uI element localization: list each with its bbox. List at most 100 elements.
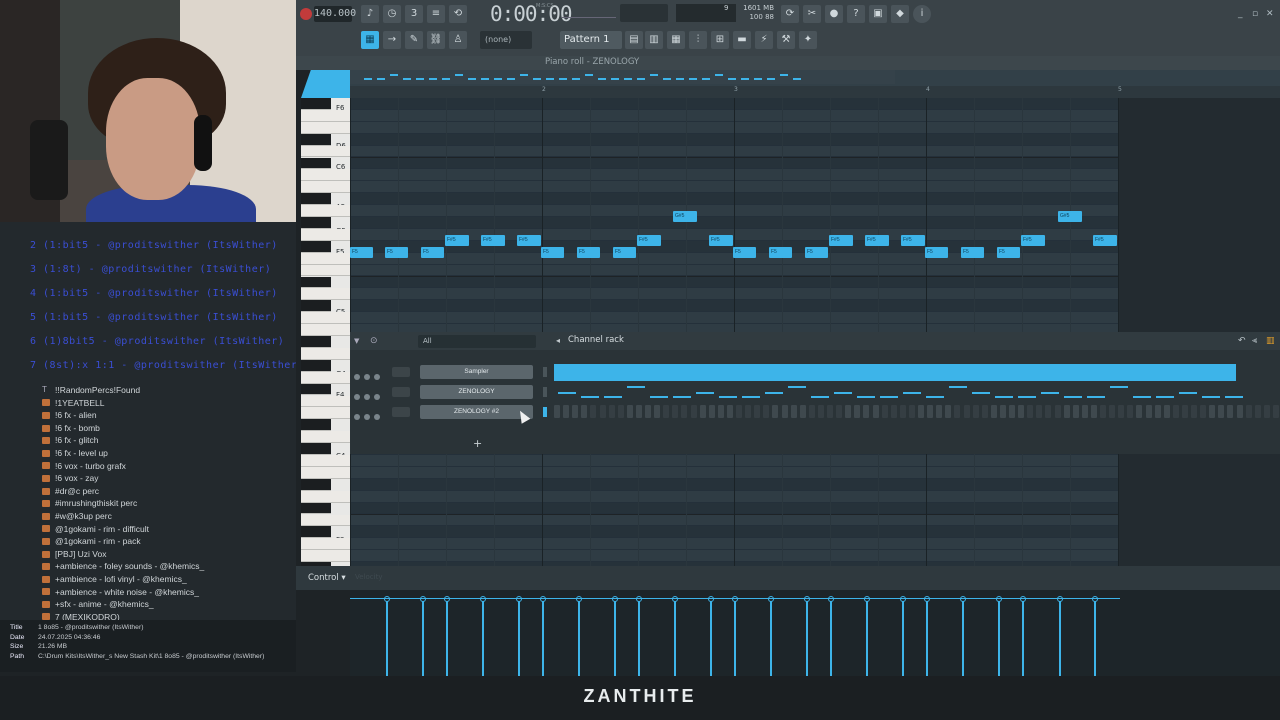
- velocity-bar[interactable]: [734, 600, 736, 676]
- browser-item[interactable]: +ambience - white noise - @khemics_: [0, 586, 296, 599]
- channel-button[interactable]: ZENOLOGY: [420, 385, 533, 399]
- velocity-bar[interactable]: [962, 600, 964, 676]
- wrench-icon[interactable]: ✦: [799, 31, 817, 49]
- plugin-icon[interactable]: ◆: [891, 5, 909, 23]
- velocity-handle[interactable]: [444, 596, 450, 602]
- velocity-handle[interactable]: [636, 596, 642, 602]
- midi-note[interactable]: F#5: [481, 235, 505, 246]
- velocity-bar[interactable]: [638, 600, 640, 676]
- mixer-icon[interactable]: ⫶: [689, 31, 707, 49]
- velocity-handle[interactable]: [708, 596, 714, 602]
- velocity-bar[interactable]: [902, 600, 904, 676]
- record-button[interactable]: [300, 8, 312, 20]
- sequencer-icon[interactable]: ⊞: [711, 31, 729, 49]
- channel-controls[interactable]: [352, 367, 388, 380]
- playlist-icon[interactable]: ▤: [625, 31, 643, 49]
- help-icon[interactable]: ?: [847, 5, 865, 23]
- minimize-icon[interactable]: _: [1238, 9, 1243, 19]
- browser-item-highlighted[interactable]: 5 (1:bit5 - @proditswither (ItsWither): [0, 306, 296, 330]
- browser-item[interactable]: +ambience - lofi vinyl - @khemics_: [0, 573, 296, 586]
- velocity-bar[interactable]: [998, 600, 1000, 676]
- rack-menu-icon[interactable]: ▼: [354, 337, 359, 345]
- velocity-handle[interactable]: [900, 596, 906, 602]
- browser-item-highlighted[interactable]: 2 (1:bit5 - @proditswither (ItsWither): [0, 234, 296, 258]
- channel-route-select[interactable]: [392, 387, 410, 397]
- velocity-handle[interactable]: [1092, 596, 1098, 602]
- channel-select-led[interactable]: [543, 407, 547, 417]
- browser-item[interactable]: #w@k3up perc: [0, 510, 296, 523]
- velocity-bar[interactable]: [866, 600, 868, 676]
- velocity-handle[interactable]: [672, 596, 678, 602]
- velocity-handle[interactable]: [1057, 596, 1063, 602]
- velocity-handle[interactable]: [996, 596, 1002, 602]
- midi-note[interactable]: F5: [541, 247, 564, 258]
- velocity-bar[interactable]: [770, 600, 772, 676]
- velocity-bar[interactable]: [386, 600, 388, 676]
- velocity-handle[interactable]: [864, 596, 870, 602]
- velocity-handle[interactable]: [516, 596, 522, 602]
- velocity-bar[interactable]: [542, 600, 544, 676]
- browser-item[interactable]: !1YEATBELL: [0, 397, 296, 410]
- velocity-lane[interactable]: [350, 590, 1280, 676]
- refresh-icon[interactable]: ⟳: [781, 5, 799, 23]
- pencil-icon[interactable]: ✎: [405, 31, 423, 49]
- velocity-handle[interactable]: [768, 596, 774, 602]
- velocity-handle[interactable]: [540, 596, 546, 602]
- save-icon[interactable]: ▣: [869, 5, 887, 23]
- midi-note[interactable]: G#5: [673, 211, 697, 222]
- midi-note[interactable]: F#5: [901, 235, 925, 246]
- channel-route-select[interactable]: [392, 407, 410, 417]
- undo-icon[interactable]: ↶: [1238, 336, 1246, 346]
- count-icon[interactable]: 3: [405, 5, 423, 23]
- zenology-mini-roll[interactable]: [554, 384, 1280, 402]
- channel-select-led[interactable]: [543, 387, 547, 397]
- bar-ruler[interactable]: [350, 86, 1280, 98]
- browser-item[interactable]: [PBJ] Uzi Vox: [0, 548, 296, 561]
- midi-note[interactable]: F#5: [1093, 235, 1117, 246]
- velocity-handle[interactable]: [732, 596, 738, 602]
- velocity-handle[interactable]: [480, 596, 486, 602]
- midi-note[interactable]: F#5: [637, 235, 661, 246]
- plugin-picker-icon[interactable]: ⚡: [755, 31, 773, 49]
- channel-rack-icon[interactable]: ▦: [667, 31, 685, 49]
- browser-item-highlighted[interactable]: 7 (8st):x 1:1 - @proditswither (ItsWithe…: [0, 354, 296, 378]
- velocity-bar[interactable]: [518, 600, 520, 676]
- midi-note[interactable]: F5: [925, 247, 948, 258]
- browser-item[interactable]: #imrushingthiskit perc: [0, 497, 296, 510]
- browser-item-highlighted[interactable]: 4 (1:bit5 - @proditswither (ItsWither): [0, 282, 296, 306]
- link-icon[interactable]: ⛓: [427, 31, 445, 49]
- velocity-bar[interactable]: [1022, 600, 1024, 676]
- midi-note[interactable]: F#5: [709, 235, 733, 246]
- midi-note[interactable]: F5: [769, 247, 792, 258]
- velocity-bar[interactable]: [830, 600, 832, 676]
- midi-note[interactable]: F#5: [517, 235, 541, 246]
- browser-item[interactable]: 7 (MEXIKODRO): [0, 611, 296, 620]
- velocity-handle[interactable]: [960, 596, 966, 602]
- velocity-bar[interactable]: [926, 600, 928, 676]
- browser-item[interactable]: T !!RandomPercs!Found: [0, 384, 296, 397]
- midi-note[interactable]: F5: [805, 247, 828, 258]
- piano-roll-icon[interactable]: ▦: [361, 31, 379, 49]
- browser-item[interactable]: !6 fx - alien: [0, 409, 296, 422]
- metronome-icon[interactable]: ♪: [361, 5, 379, 23]
- browser-item[interactable]: !6 fx - bomb: [0, 422, 296, 435]
- midi-note[interactable]: F5: [350, 247, 373, 258]
- browser-item[interactable]: @1gokami - rim - difficult: [0, 523, 296, 536]
- browser-item-highlighted[interactable]: 3 (1:8t) - @proditswither (ItsWither): [0, 258, 296, 282]
- midi-note[interactable]: F#5: [829, 235, 853, 246]
- velocity-handle[interactable]: [384, 596, 390, 602]
- stamp-icon[interactable]: ♙: [449, 31, 467, 49]
- velocity-bar[interactable]: [806, 600, 808, 676]
- channel-select-led[interactable]: [543, 367, 547, 377]
- midi-note[interactable]: F5: [577, 247, 600, 258]
- midi-note[interactable]: F5: [997, 247, 1020, 258]
- velocity-bar[interactable]: [1059, 600, 1061, 676]
- loop-record-icon[interactable]: ⟲: [449, 5, 467, 23]
- tempo-display[interactable]: 140.000: [314, 6, 356, 22]
- velocity-handle[interactable]: [828, 596, 834, 602]
- velocity-bar[interactable]: [578, 600, 580, 676]
- midi-note[interactable]: F5: [613, 247, 636, 258]
- channel-controls[interactable]: [352, 387, 388, 400]
- browser-item[interactable]: +ambience - foley sounds - @khemics_: [0, 560, 296, 573]
- velocity-bar[interactable]: [422, 600, 424, 676]
